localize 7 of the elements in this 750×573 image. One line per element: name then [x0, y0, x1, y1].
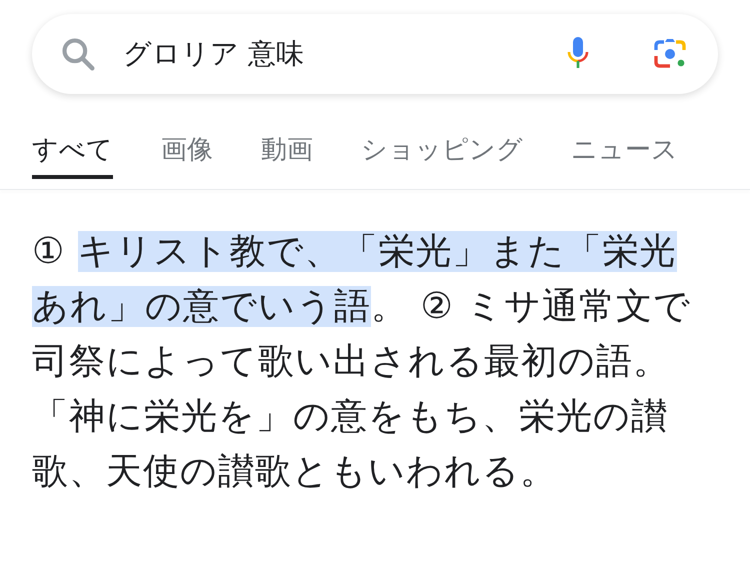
tab[interactable]: ニュース — [571, 132, 678, 179]
tab[interactable]: すべて — [32, 132, 113, 179]
tab[interactable]: 動画 — [261, 132, 313, 179]
definition-text: ① キリスト教で、「栄光」また「栄光あれ」の意でいう語。 ② ミサ通常文で司祭によって歌い出される最初の語。「神に栄光を」の意をもち、栄光の讃歌、天使の讃歌ともいわれる。 — [32, 230, 692, 494]
tab[interactable]: ショッピング — [361, 132, 523, 179]
tab[interactable]: 画像 — [161, 132, 213, 179]
search-field[interactable]: グロリア 意味 — [123, 38, 566, 70]
